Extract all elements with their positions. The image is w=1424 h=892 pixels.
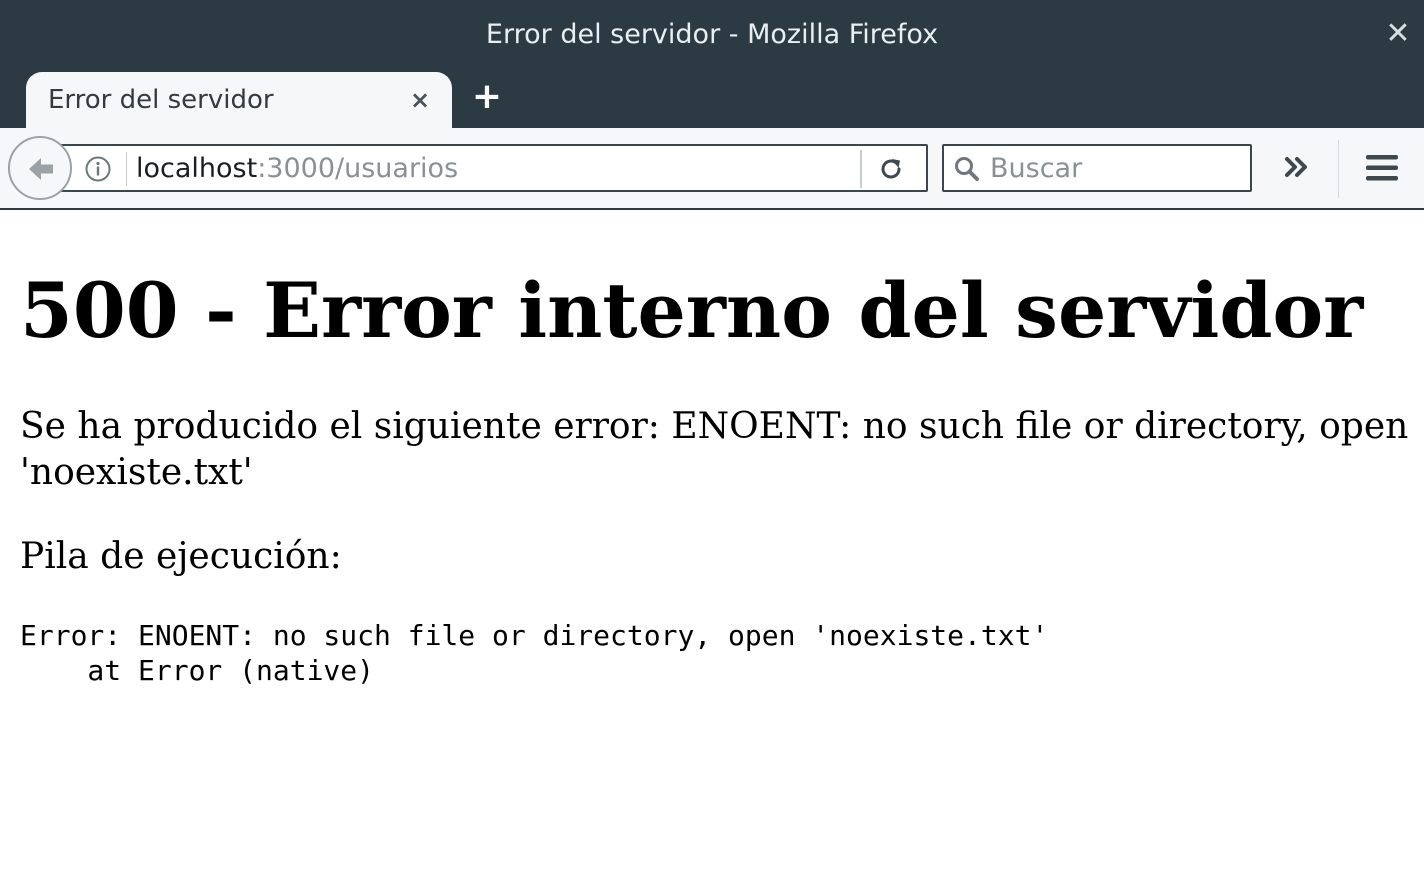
url-bar[interactable]: localhost:3000/usuarios — [48, 144, 928, 192]
error-message: Se ha producido el siguiente error: ENOE… — [20, 406, 1409, 493]
search-input[interactable] — [990, 150, 1240, 186]
tab-title: Error del servidor — [48, 85, 274, 115]
new-tab-button[interactable]: + — [470, 79, 504, 115]
url-text[interactable]: localhost:3000/usuarios — [136, 152, 458, 186]
tab-strip: Error del servidor × + — [0, 68, 1424, 128]
window-titlebar: Error del servidor - Mozilla Firefox ✕ — [0, 0, 1424, 68]
search-icon — [952, 154, 982, 184]
info-icon[interactable] — [84, 155, 112, 183]
url-host: localhost — [136, 153, 258, 184]
close-icon[interactable]: ✕ — [1382, 18, 1414, 50]
reload-divider — [860, 150, 862, 188]
tab-error-del-servidor[interactable]: Error del servidor × — [26, 72, 452, 128]
tab-close-icon[interactable]: × — [406, 86, 434, 114]
toolbar-divider — [1338, 140, 1339, 198]
overflow-chevron-icon[interactable] — [1280, 150, 1314, 184]
page-title: 500 - Error interno del servidor — [20, 266, 1364, 355]
back-button[interactable] — [8, 136, 72, 200]
navigation-toolbar: localhost:3000/usuarios — [0, 128, 1424, 210]
stack-trace-label: Pila de ejecución: — [20, 536, 342, 577]
url-path: :3000/usuarios — [257, 153, 459, 184]
url-divider — [126, 152, 127, 186]
page-content: 500 - Error interno del servidor Se ha p… — [0, 210, 1424, 892]
hamburger-menu-icon[interactable] — [1362, 148, 1402, 188]
stack-trace: Error: ENOENT: no such file or directory… — [20, 619, 1049, 687]
window-title: Error del servidor - Mozilla Firefox — [485, 19, 939, 50]
search-bar[interactable] — [942, 144, 1252, 192]
reload-icon[interactable] — [876, 154, 906, 184]
